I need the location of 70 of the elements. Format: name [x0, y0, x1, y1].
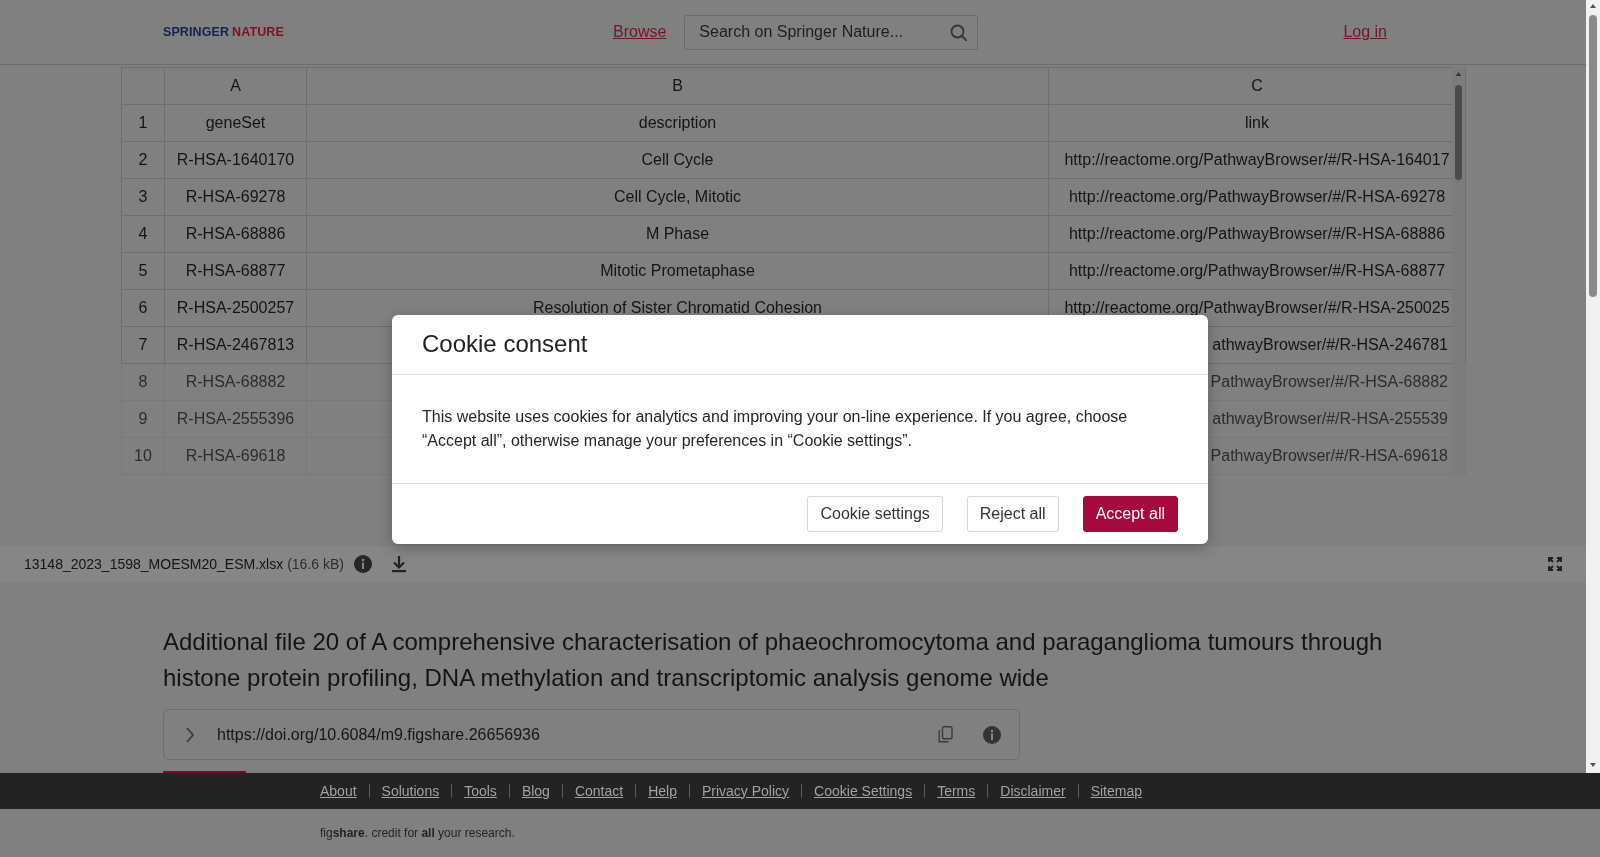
footer-link[interactable]: About: [320, 780, 357, 802]
row-number: 5: [138, 263, 148, 279]
cell-text: description: [638, 115, 717, 131]
cell-text: PathwayBrowser/#/R-HSA-69618: [1210, 448, 1448, 464]
cell-text: http://reactome.org/PathwayBrowser/#/R-HSA-250025: [1064, 300, 1450, 316]
cell-text: R-HSA-1640170: [176, 152, 295, 168]
row-number: 3: [138, 189, 148, 205]
cell-text: R-HSA-69278: [185, 189, 286, 205]
row-number: 10: [134, 448, 152, 464]
cell-text: http://reactome.org/PathwayBrowser/#/R-HSA-164017: [1064, 152, 1450, 168]
footer-link[interactable]: Help: [648, 780, 677, 802]
footer-link[interactable]: Terms: [937, 780, 976, 802]
cell-text: geneSet: [205, 115, 266, 131]
footer-link[interactable]: Sitemap: [1090, 780, 1142, 802]
cell-text: athwayBrowser/#/R-HSA-246781: [1212, 337, 1448, 353]
row-number: 6: [138, 300, 148, 316]
file-size: (16.6 kB): [287, 554, 344, 574]
info-icon[interactable]: [983, 725, 1001, 744]
cell-text: R-HSA-2467813: [176, 337, 295, 353]
cell-text: athwayBrowser/#/R-HSA-255539: [1212, 411, 1448, 427]
footer-link[interactable]: Blog: [521, 780, 550, 802]
search-icon[interactable]: [950, 23, 968, 41]
cell-text: R-HSA-68886: [185, 226, 286, 242]
row-number: 9: [138, 411, 148, 427]
footer-link[interactable]: Privacy Policy: [701, 780, 790, 802]
page-scrollbar[interactable]: [1586, 0, 1600, 773]
footer-link[interactable]: Cookie Settings: [814, 780, 913, 802]
search-field[interactable]: Search on Springer Nature...: [684, 14, 979, 50]
primary-button[interactable]: Accept all: [1082, 496, 1178, 532]
row-number: 8: [138, 374, 148, 390]
cell-text: Cell Cycle: [641, 152, 714, 168]
dialog-message: This website uses cookies for analytics and improving your on-line experience. If you agree, choose “Accept all”, otherwise manage your preferences in “Cookie settings”.: [422, 407, 1129, 451]
cell-text: http://reactome.org/PathwayBrowser/#/R-HSA-69278: [1068, 189, 1446, 205]
cell-text: Mitotic Prometaphase: [600, 263, 755, 279]
springer-nature-logo[interactable]: SPRINGER NATURE: [163, 25, 284, 39]
row-number: 1: [138, 115, 148, 131]
copy-icon[interactable]: [938, 726, 953, 743]
fullscreen-icon[interactable]: [1548, 557, 1562, 571]
footer-link[interactable]: Solutions: [381, 780, 440, 802]
footer-link[interactable]: Disclaimer: [1000, 780, 1066, 802]
column-letter[interactable]: B: [672, 78, 683, 94]
column-letter[interactable]: A: [230, 78, 241, 94]
footer-link[interactable]: Contact: [574, 780, 624, 802]
cell-text: PathwayBrowser/#/R-HSA-68882: [1210, 374, 1448, 390]
footer-link[interactable]: Tools: [464, 780, 497, 802]
cell-text: R-HSA-68877: [185, 263, 286, 279]
column-letter[interactable]: C: [1251, 78, 1263, 94]
cell-text: Resolution of Sister Chromatid Cohesion: [533, 300, 822, 316]
row-number: 4: [138, 226, 148, 242]
item-title: Additional file 20 of A comprehensive characterisation of phaeochromocytoma and paraganglioma tumours through histone protein profiling, DNA methylation and transcriptomic analysis genome wide: [163, 627, 1384, 693]
cell-text: http://reactome.org/PathwayBrowser/#/R-HSA-68877: [1068, 263, 1446, 279]
secondary-button[interactable]: Cookie settings: [807, 496, 943, 532]
footer-tagline: figshare. credit for all your research.: [320, 825, 515, 841]
row-number: 2: [138, 152, 148, 168]
cell-text: R-HSA-2500257: [176, 300, 295, 316]
cell-text: M Phase: [645, 226, 710, 242]
chevron-right-icon[interactable]: [185, 726, 195, 743]
cell-text: http://reactome.org/PathwayBrowser/#/R-HSA-68886: [1068, 226, 1446, 242]
doi-link[interactable]: https://doi.org/10.6084/m9.figshare.26656936: [217, 722, 540, 747]
secondary-button[interactable]: Reject all: [966, 496, 1059, 532]
row-number: 7: [138, 337, 148, 353]
cell-text: R-HSA-69618: [185, 448, 286, 464]
cell-text: Cell Cycle, Mitotic: [613, 189, 742, 205]
info-icon[interactable]: [354, 555, 372, 573]
cell-text: link: [1245, 115, 1269, 131]
cell-text: R-HSA-2555396: [176, 411, 295, 427]
dialog-title: Cookie consent: [422, 330, 588, 359]
download-icon[interactable]: [391, 555, 407, 573]
cell-text: R-HSA-68882: [185, 374, 286, 390]
file-name: 13148_2023_1598_MOESM20_ESM.xlsx: [24, 554, 284, 574]
